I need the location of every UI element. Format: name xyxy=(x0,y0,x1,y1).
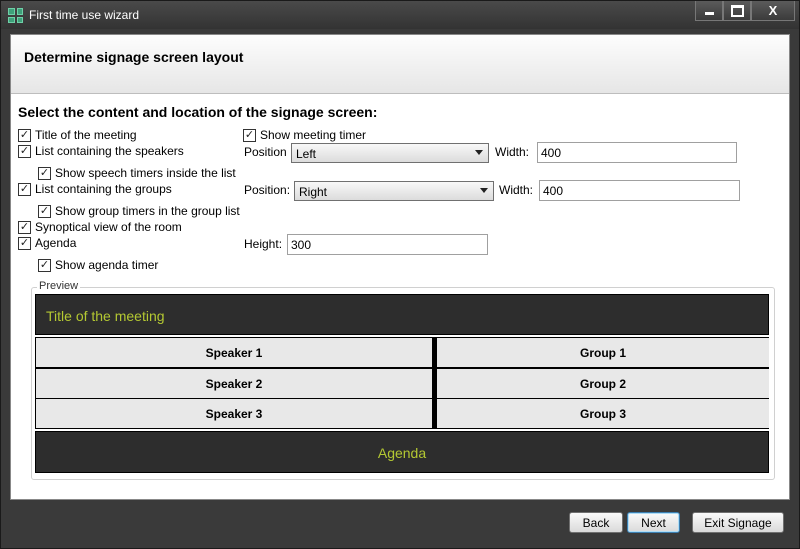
dropdown-arrow-icon xyxy=(480,188,488,193)
checkmark-icon: ✓ xyxy=(38,258,51,272)
group-timers-checkbox[interactable]: ✓ Show group timers in the group list xyxy=(38,203,240,219)
checkmark-icon: ✓ xyxy=(38,166,51,180)
next-button[interactable]: Next xyxy=(627,512,680,533)
window-title: First time use wizard xyxy=(29,8,140,22)
agenda-height-label: Height: xyxy=(244,237,283,251)
checkbox-label: List containing the speakers xyxy=(35,144,184,158)
dropdown-arrow-icon xyxy=(475,150,483,155)
checkmark-icon: ✓ xyxy=(18,128,31,142)
checkmark-icon: ✓ xyxy=(243,128,256,142)
checkmark-icon: ✓ xyxy=(18,144,31,158)
speakers-width-input[interactable]: 400 xyxy=(537,142,737,163)
page-title: Determine signage screen layout xyxy=(24,49,244,65)
preview-group-row: Group 2 xyxy=(437,369,769,398)
app-grid-icon xyxy=(8,8,23,23)
preview-legend: Preview xyxy=(37,280,81,292)
exit-signage-button[interactable]: Exit Signage xyxy=(692,512,784,533)
preview-agenda-text: Agenda xyxy=(377,445,427,461)
speakers-position-label: Position xyxy=(244,145,287,159)
checkbox-label: Title of the meeting xyxy=(35,128,137,142)
checkbox-label: Show group timers in the group list xyxy=(55,204,240,218)
close-icon[interactable]: X xyxy=(751,1,795,21)
preview-speaker-row: Speaker 3 xyxy=(36,399,432,428)
page-header: Determine signage screen layout xyxy=(11,35,789,94)
preview-speaker-row: Speaker 2 xyxy=(36,369,432,398)
select-value: Right xyxy=(299,185,328,199)
groups-position-label: Position: xyxy=(244,183,291,197)
preview-speaker-row: Speaker 1 xyxy=(36,338,432,367)
checkbox-label: Show agenda timer xyxy=(55,258,159,272)
preview-agenda-panel: Agenda xyxy=(35,431,769,473)
checkbox-label: Show speech timers inside the list xyxy=(55,166,236,180)
preview-title-panel: Title of the meeting xyxy=(35,294,769,335)
synoptical-view-checkbox[interactable]: ✓ Synoptical view of the room xyxy=(18,219,182,235)
preview-title-text: Title of the meeting xyxy=(46,308,165,324)
minimize-icon[interactable] xyxy=(695,1,723,21)
speakers-list-checkbox[interactable]: ✓ List containing the speakers xyxy=(18,143,184,159)
checkmark-icon: ✓ xyxy=(18,220,31,234)
checkmark-icon: ✓ xyxy=(18,236,31,250)
back-button[interactable]: Back xyxy=(569,512,623,533)
preview-group-row: Group 1 xyxy=(437,338,769,367)
checkmark-icon: ✓ xyxy=(38,204,51,218)
wizard-footer: Back Next Exit Signage xyxy=(10,501,790,545)
speech-timers-checkbox[interactable]: ✓ Show speech timers inside the list xyxy=(38,165,236,181)
agenda-timer-checkbox[interactable]: ✓ Show agenda timer xyxy=(38,257,158,273)
preview-group-row: Group 3 xyxy=(437,399,769,428)
groups-position-select[interactable]: Right xyxy=(294,181,494,201)
checkbox-label: List containing the groups xyxy=(35,182,172,196)
groups-width-input[interactable]: 400 xyxy=(539,180,740,201)
speakers-width-label: Width: xyxy=(495,145,530,159)
wizard-content: Determine signage screen layout Select t… xyxy=(10,34,790,500)
select-value: Left xyxy=(296,147,317,161)
speakers-position-select[interactable]: Left xyxy=(291,143,489,163)
window-controls: X xyxy=(695,1,795,21)
checkbox-label: Show meeting timer xyxy=(260,128,367,142)
agenda-checkbox[interactable]: ✓ Agenda xyxy=(18,235,76,251)
checkmark-icon: ✓ xyxy=(18,182,31,196)
agenda-height-input[interactable]: 300 xyxy=(287,234,488,255)
checkbox-label: Synoptical view of the room xyxy=(35,220,182,234)
groups-list-checkbox[interactable]: ✓ List containing the groups xyxy=(18,181,172,197)
preview-lists: Speaker 1 Speaker 2 Speaker 3 Group 1 Gr… xyxy=(35,337,769,429)
title-bar[interactable]: First time use wizard X xyxy=(1,1,799,29)
checkbox-label: Agenda xyxy=(35,236,77,250)
meeting-timer-checkbox[interactable]: ✓ Show meeting timer xyxy=(243,127,366,143)
wizard-window: First time use wizard X Determine signag… xyxy=(0,0,800,549)
groups-width-label: Width: xyxy=(499,183,534,197)
section-title: Select the content and location of the s… xyxy=(18,104,378,120)
maximize-icon[interactable] xyxy=(723,1,751,21)
title-of-meeting-checkbox[interactable]: ✓ Title of the meeting xyxy=(18,127,137,143)
